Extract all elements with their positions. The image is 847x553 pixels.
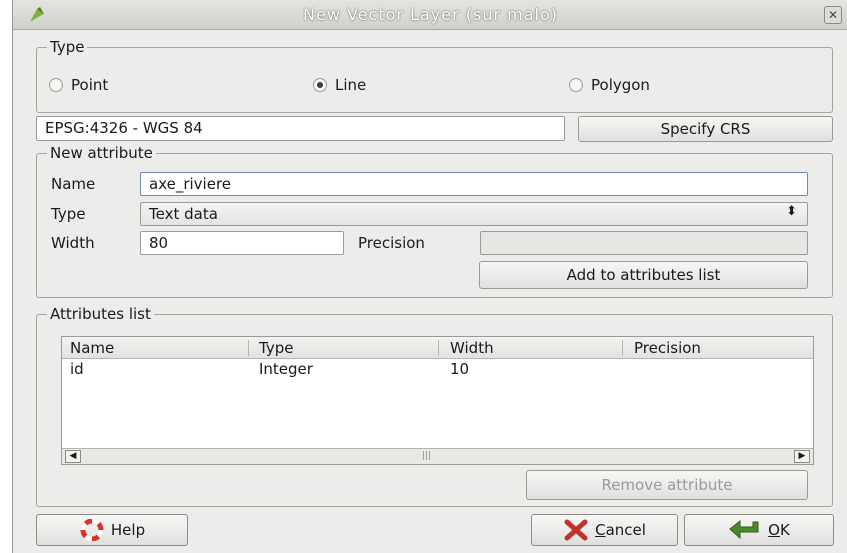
attribute-width-input[interactable]: 80 bbox=[140, 231, 344, 255]
column-header-precision[interactable]: Precision bbox=[634, 339, 701, 357]
cancel-button[interactable]: Cancel bbox=[531, 514, 678, 546]
column-header-type[interactable]: Type bbox=[259, 339, 293, 357]
ok-button[interactable]: OK bbox=[684, 514, 834, 546]
help-button[interactable]: Help bbox=[36, 514, 188, 546]
name-label: Name bbox=[51, 175, 96, 193]
radio-line-label: Line bbox=[335, 76, 367, 94]
updown-arrow-icon: ⬍ bbox=[786, 204, 797, 219]
scroll-right-icon[interactable]: ▶ bbox=[794, 450, 810, 463]
radio-polygon-label: Polygon bbox=[591, 76, 650, 94]
radio-point-indicator[interactable] bbox=[49, 78, 63, 92]
table-header: Name Type Width Precision bbox=[62, 337, 813, 359]
column-separator bbox=[622, 340, 623, 356]
column-separator bbox=[438, 340, 439, 356]
dialog-window: New Vector Layer (sur malo) ✕ Type Point… bbox=[12, 0, 847, 553]
crs-field[interactable]: EPSG:4326 - WGS 84 bbox=[36, 116, 565, 141]
cancel-x-icon bbox=[564, 519, 588, 541]
cell-type: Integer bbox=[259, 360, 313, 378]
new-attribute-title: New attribute bbox=[47, 144, 156, 162]
cell-name: id bbox=[70, 360, 84, 378]
title-bar[interactable]: New Vector Layer (sur malo) ✕ bbox=[13, 0, 847, 30]
attribute-name-input[interactable]: axe_riviere bbox=[140, 172, 808, 196]
specify-crs-button[interactable]: Specify CRS bbox=[578, 116, 833, 142]
cell-width: 10 bbox=[450, 360, 470, 378]
column-separator bbox=[248, 340, 249, 356]
remove-attribute-button[interactable]: Remove attribute bbox=[526, 470, 808, 500]
ok-arrow-icon bbox=[729, 519, 759, 540]
attribute-type-value: Text data bbox=[149, 205, 218, 223]
attributes-list-title: Attributes list bbox=[47, 305, 154, 323]
add-to-attributes-button[interactable]: Add to attributes list bbox=[479, 261, 808, 289]
attribute-precision-input[interactable] bbox=[480, 231, 808, 255]
scroll-grip[interactable]: ||| bbox=[422, 451, 431, 461]
ok-label: OK bbox=[768, 521, 790, 539]
column-header-name[interactable]: Name bbox=[70, 339, 114, 357]
window-title: New Vector Layer (sur malo) bbox=[303, 5, 558, 24]
horizontal-scrollbar[interactable]: ◀ ||| ▶ bbox=[62, 448, 813, 464]
close-button[interactable]: ✕ bbox=[824, 6, 842, 24]
width-label: Width bbox=[51, 234, 95, 252]
attributes-table[interactable]: Name Type Width Precision id Integer 10 … bbox=[61, 336, 814, 465]
radio-line-indicator[interactable] bbox=[313, 78, 327, 92]
radio-line[interactable]: Line bbox=[313, 76, 366, 94]
help-label: Help bbox=[110, 521, 146, 539]
type-group: Type Point Line Polygon bbox=[36, 38, 833, 113]
attribute-type-select[interactable]: Text data ⬍ bbox=[140, 202, 808, 226]
scroll-left-icon[interactable]: ◀ bbox=[65, 450, 81, 463]
type-label: Type bbox=[51, 205, 86, 223]
lifebuoy-icon bbox=[80, 519, 104, 541]
radio-polygon-indicator[interactable] bbox=[569, 78, 583, 92]
radio-point[interactable]: Point bbox=[49, 76, 108, 94]
type-group-title: Type bbox=[47, 38, 88, 56]
radio-point-label: Point bbox=[71, 76, 109, 94]
column-header-width[interactable]: Width bbox=[450, 339, 494, 357]
radio-polygon[interactable]: Polygon bbox=[569, 76, 650, 94]
cancel-label: Cancel bbox=[595, 521, 646, 539]
precision-label: Precision bbox=[358, 234, 425, 252]
